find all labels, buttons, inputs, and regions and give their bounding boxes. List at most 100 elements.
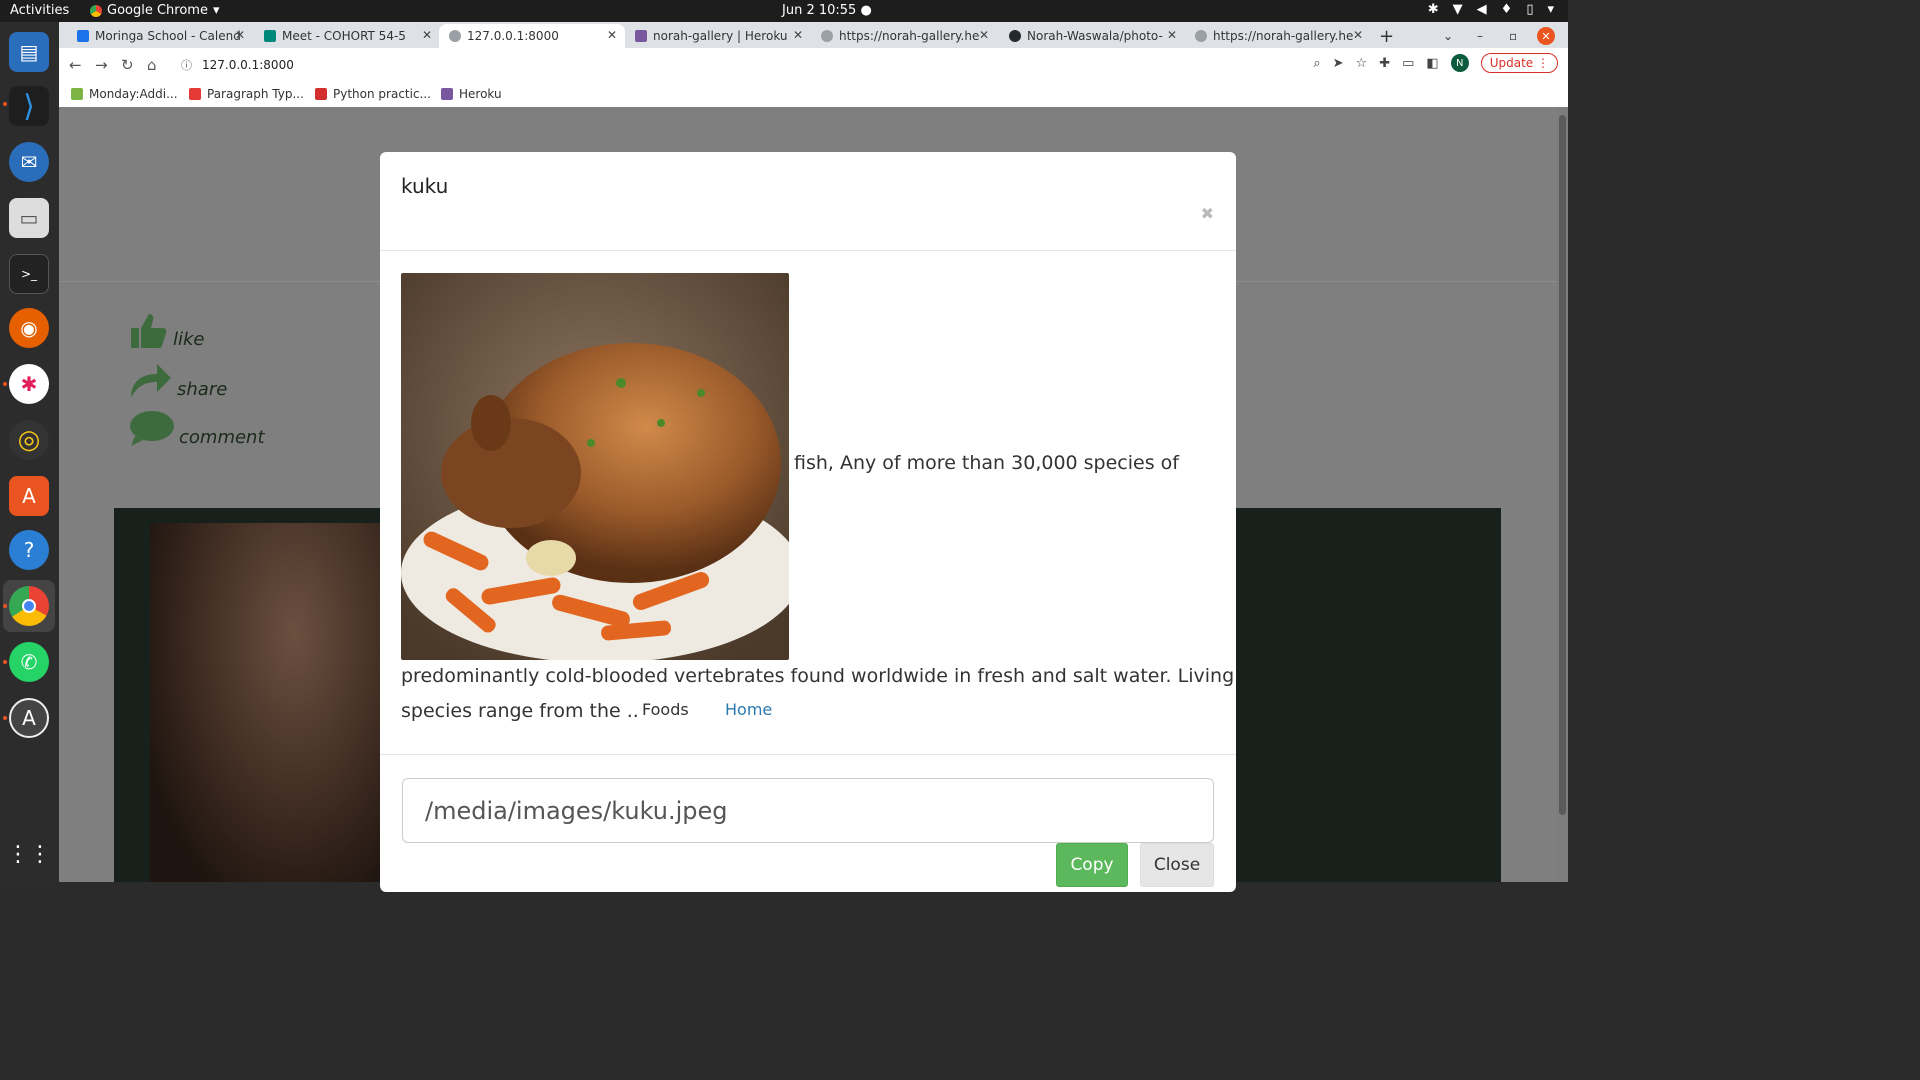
close-tab-icon[interactable]: ✕: [1167, 28, 1177, 42]
description-line-3: species range from the ..: [401, 700, 639, 722]
home-icon[interactable]: ⌂: [147, 56, 157, 74]
tab-label: Meet - COHORT 54-5: [282, 29, 406, 43]
location-link[interactable]: Home: [725, 700, 772, 719]
toolbar-actions: ⌕ ➤ ☆ ✚ ▭ ◧ N Update ⋮: [1313, 53, 1558, 73]
vscode-icon[interactable]: ⟩: [9, 86, 49, 126]
libreoffice-writer-icon[interactable]: ▤: [9, 32, 49, 72]
share-arrow-icon: [131, 364, 171, 398]
chrome-icon: [90, 4, 102, 17]
bookmark-favicon-icon: [71, 88, 83, 100]
back-arrow-icon[interactable]: ←: [69, 56, 82, 74]
rhythmbox-icon[interactable]: ◎: [9, 420, 49, 460]
bookmark-label: Monday:Addi...: [89, 87, 178, 101]
tab-localhost[interactable]: 127.0.0.1:8000 ✕: [439, 24, 625, 48]
bookmark-favicon-icon: [189, 88, 201, 100]
like-label: like: [173, 329, 205, 350]
bookmark-label: Python practic...: [333, 87, 431, 101]
clock[interactable]: Jun 2 10:55 ●: [782, 3, 872, 18]
close-button[interactable]: Close: [1140, 843, 1214, 887]
battery-icon[interactable]: ▯: [1526, 2, 1533, 17]
profile-avatar[interactable]: N: [1450, 54, 1469, 72]
bookmark-monday[interactable]: Monday:Addi...: [71, 87, 178, 101]
extensions-icon[interactable]: ✚: [1379, 56, 1390, 71]
microphone-icon[interactable]: ♦: [1501, 2, 1513, 17]
close-icon[interactable]: ✖: [1201, 204, 1214, 223]
thumbs-up-icon: [131, 314, 167, 348]
app-menu[interactable]: Google Chrome ▾: [90, 3, 220, 18]
files-icon[interactable]: ▭: [9, 198, 49, 238]
window-close-button[interactable]: ✕: [1537, 24, 1557, 48]
forward-arrow-icon[interactable]: →: [95, 56, 108, 74]
image-path-input[interactable]: /media/images/kuku.jpeg: [402, 778, 1214, 843]
url-text: 127.0.0.1:8000: [202, 58, 294, 72]
chevron-down-icon: ▾: [212, 3, 220, 18]
chrome-dock-icon[interactable]: [9, 586, 49, 626]
software-center-icon[interactable]: A: [9, 476, 49, 516]
like-action[interactable]: like: [129, 312, 205, 350]
tab-norah-gallery-2[interactable]: https://norah-gallery.he ✕: [1195, 24, 1363, 48]
browser-toolbar: ← → ↻ ⌂ ⓘ 127.0.0.1:8000 ⌕ ➤ ☆ ✚ ▭ ◧ N U…: [59, 48, 1568, 82]
tab-calendar[interactable]: Moringa School - Calend ✕: [77, 24, 245, 48]
bookmark-heroku[interactable]: Heroku: [441, 87, 502, 101]
slack-tray-icon[interactable]: ✱: [1428, 2, 1439, 17]
gallery-photo[interactable]: [150, 523, 390, 882]
zoom-icon[interactable]: ⌕: [1313, 56, 1320, 71]
clock-text: Jun 2 10:55: [782, 3, 857, 18]
close-tab-icon[interactable]: ✕: [422, 28, 432, 42]
bookmark-python[interactable]: Python practic...: [315, 87, 431, 101]
copy-button[interactable]: Copy: [1056, 843, 1128, 887]
bookmark-paragraph[interactable]: Paragraph Typ...: [189, 87, 304, 101]
power-menu-icon[interactable]: ▾: [1547, 2, 1554, 17]
help-icon[interactable]: ?: [9, 530, 49, 570]
scrollbar-thumb[interactable]: [1559, 115, 1566, 815]
globe-favicon-icon: [1195, 30, 1207, 42]
heroku-favicon-icon: [635, 30, 647, 42]
tab-label: Moringa School - Calend: [95, 29, 241, 43]
app-installer-icon[interactable]: A: [9, 698, 49, 738]
bookmark-star-icon[interactable]: ☆: [1356, 56, 1368, 71]
firefox-icon[interactable]: ◉: [9, 308, 49, 348]
tab-meet[interactable]: Meet - COHORT 54-5 ✕: [264, 24, 432, 48]
bookmark-favicon-icon: [441, 88, 453, 100]
maximize-button[interactable]: ▫: [1509, 24, 1523, 48]
tab-heroku[interactable]: norah-gallery | Heroku ✕: [635, 24, 803, 48]
system-tray[interactable]: ✱ ▼ ◀ ♦ ▯ ▾: [1428, 2, 1554, 17]
slack-icon[interactable]: ✱: [9, 364, 49, 404]
side-panel-icon[interactable]: ◧: [1426, 56, 1438, 71]
thunderbird-icon[interactable]: ✉: [9, 142, 49, 182]
minimize-button[interactable]: –: [1477, 24, 1491, 48]
update-label: Update: [1489, 56, 1534, 70]
terminal-icon[interactable]: >_: [9, 254, 49, 294]
tab-norah-gallery-1[interactable]: https://norah-gallery.he ✕: [821, 24, 989, 48]
send-icon[interactable]: ➤: [1333, 56, 1344, 71]
cast-icon[interactable]: ▭: [1402, 56, 1414, 71]
close-tab-icon[interactable]: ✕: [1353, 28, 1363, 42]
address-bar[interactable]: ⓘ 127.0.0.1:8000: [171, 52, 1471, 78]
whatsapp-icon[interactable]: ✆: [9, 642, 49, 682]
activities-button[interactable]: Activities: [10, 3, 69, 18]
image-modal: kuku ✖ fish, Any of more than 30,000 spe…: [380, 152, 1236, 892]
comment-action[interactable]: comment: [129, 410, 265, 448]
description-line-2: predominantly cold-blooded vertebrates f…: [401, 665, 1235, 687]
show-applications-icon[interactable]: ⋮⋮: [7, 834, 51, 874]
page-scrollbar[interactable]: [1557, 107, 1568, 882]
tab-github[interactable]: Norah-Waswala/photo- ✕: [1009, 24, 1177, 48]
new-tab-button[interactable]: +: [1379, 24, 1399, 48]
update-button[interactable]: Update ⋮: [1480, 53, 1558, 73]
tab-strip: Moringa School - Calend ✕ Meet - COHORT …: [59, 22, 1568, 48]
comment-label: comment: [179, 427, 265, 448]
running-indicator: [3, 604, 7, 608]
wifi-icon[interactable]: ▼: [1453, 2, 1463, 17]
tab-label: 127.0.0.1:8000: [467, 29, 559, 43]
close-tab-icon[interactable]: ✕: [235, 28, 245, 42]
notification-dot-icon: ●: [860, 3, 872, 18]
tab-search-chevron-icon[interactable]: ⌄: [1443, 24, 1459, 48]
volume-icon[interactable]: ◀: [1477, 2, 1487, 17]
close-tab-icon[interactable]: ✕: [979, 28, 989, 42]
share-action[interactable]: share: [129, 360, 227, 400]
reload-icon[interactable]: ↻: [121, 56, 134, 74]
site-info-icon[interactable]: ⓘ: [181, 57, 192, 73]
close-tab-icon[interactable]: ✕: [607, 28, 617, 42]
tab-label: https://norah-gallery.he: [839, 29, 980, 43]
close-tab-icon[interactable]: ✕: [793, 28, 803, 42]
